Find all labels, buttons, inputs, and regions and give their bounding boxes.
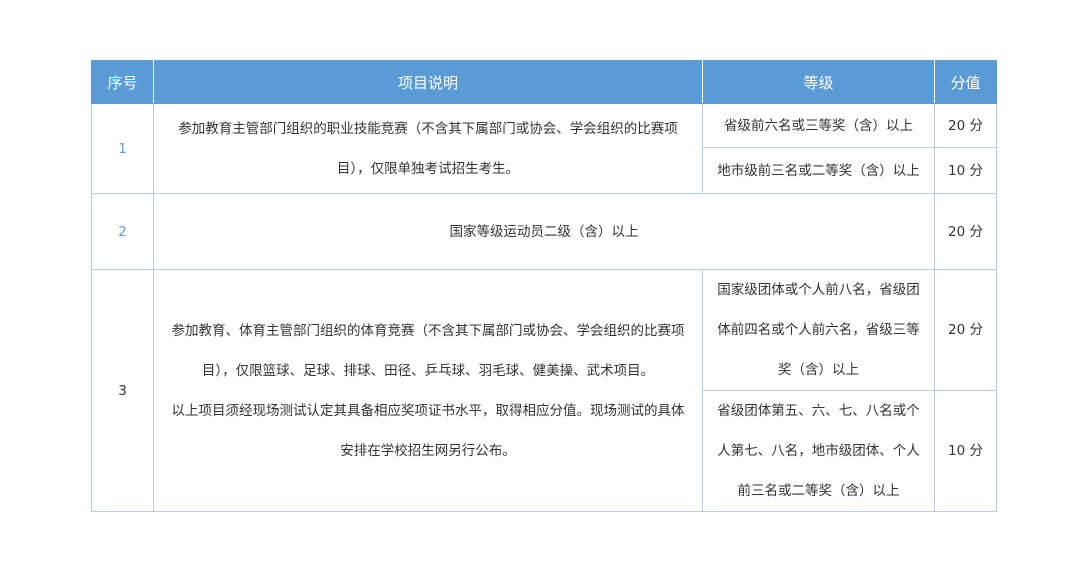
row-3-grade-1-line: 体前四名或个人前六名，省级三等 [717, 322, 920, 338]
row-3-score-2: 10 分 [934, 390, 997, 512]
header-grade: 等级 [702, 60, 935, 104]
row-1-desc-line: 参加教育主管部门组织的职业技能竞赛（不含其下属部门或协会、学会组织的比赛项 [178, 120, 678, 137]
header-row: 序号 项目说明 等级 分值 [91, 60, 997, 104]
row-3-grade-2-line: 前三名或二等奖（含）以上 [737, 483, 900, 499]
row-3-grade-2-line: 人第七、八名，地市级团体、个人 [717, 443, 920, 459]
row-1-desc: 参加教育主管部门组织的职业技能竞赛（不含其下属部门或协会、学会组织的比赛项 目）… [153, 103, 703, 194]
row-3-desc-line: 目），仅限篮球、足球、排球、田径、乒乓球、羽毛球、健美操、武术项目。 [201, 362, 655, 379]
row-3-desc-line: 参加教育、体育主管部门组织的体育竞赛（不含其下属部门或协会、学会组织的比赛项 [171, 322, 685, 339]
row-1-grade-2: 地市级前三名或二等奖（含）以上 [702, 147, 935, 194]
row-1-desc-line: 目），仅限单独考试招生考生。 [336, 160, 520, 177]
row-3-grade-1-line: 国家级团体或个人前八名，省级团 [717, 282, 920, 298]
row-3-grade-1-line: 奖（含）以上 [778, 362, 859, 378]
header-score: 分值 [934, 60, 997, 104]
row-3-desc-line: 安排在学校招生网另行公布。 [340, 442, 516, 459]
table-row: 1 参加教育主管部门组织的职业技能竞赛（不含其下属部门或协会、学会组织的比赛项 … [91, 103, 997, 194]
row-1-score-2: 10 分 [934, 147, 997, 194]
header-seq: 序号 [91, 60, 154, 104]
row-3-score-1: 20 分 [934, 269, 997, 391]
row-3-grade-1: 国家级团体或个人前八名，省级团 体前四名或个人前六名，省级三等 奖（含）以上 [702, 269, 935, 391]
scoring-table: 序号 项目说明 等级 分值 1 参加教育主管部门组织的职业技能竞赛（不含其下属部… [91, 60, 997, 512]
row-3-grade-2: 省级团体第五、六、七、八名或个 人第七、八名，地市级团体、个人 前三名或二等奖（… [702, 390, 935, 512]
row-3-desc: 参加教育、体育主管部门组织的体育竞赛（不含其下属部门或协会、学会组织的比赛项 目… [153, 269, 703, 512]
table-row: 2 国家等级运动员二级（含）以上 20 分 [91, 193, 997, 270]
row-2-seq: 2 [91, 193, 154, 270]
row-2-desc: 国家等级运动员二级（含）以上 [153, 193, 935, 270]
row-1-score-1: 20 分 [934, 103, 997, 148]
row-3-desc-line: 以上项目须经现场测试认定其具备相应奖项证书水平，取得相应分值。现场测试的具体 [171, 402, 685, 419]
table-row: 3 参加教育、体育主管部门组织的体育竞赛（不含其下属部门或协会、学会组织的比赛项… [91, 269, 997, 512]
row-1-seq: 1 [91, 103, 154, 194]
header-desc: 项目说明 [153, 60, 703, 104]
row-2-score: 20 分 [934, 193, 997, 270]
row-1-grade-1: 省级前六名或三等奖（含）以上 [702, 103, 935, 148]
row-3-grade-2-line: 省级团体第五、六、七、八名或个 [717, 403, 920, 419]
row-3-seq: 3 [91, 269, 154, 512]
